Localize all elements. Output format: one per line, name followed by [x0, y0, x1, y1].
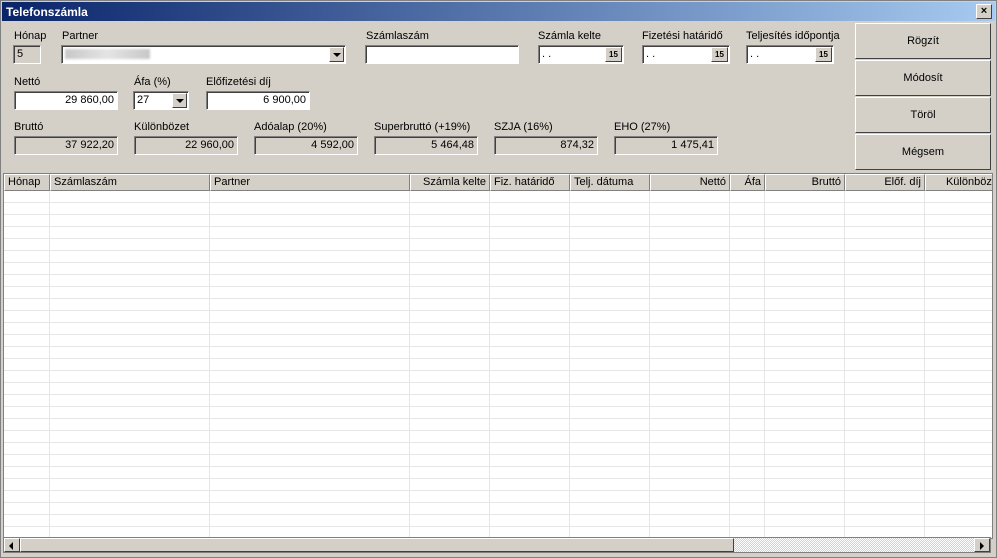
szja-field: 874,32: [494, 136, 598, 155]
col-netto[interactable]: Nettó: [650, 174, 730, 191]
scroll-thumb[interactable]: [20, 538, 734, 552]
col-elof-dij[interactable]: Előf. díj: [845, 174, 925, 191]
column-divider: [924, 191, 925, 538]
calendar-icon[interactable]: 15: [815, 47, 832, 62]
arrow-left-icon[interactable]: [4, 538, 20, 552]
records-table[interactable]: Hónap Számlaszám Partner Számla kelte Fi…: [3, 173, 993, 539]
col-afa[interactable]: Áfa: [730, 174, 765, 191]
partner-label: Partner: [62, 30, 99, 42]
teljesites-idopontja-date[interactable]: . . 15: [746, 45, 834, 64]
partner-select[interactable]: [61, 45, 346, 64]
fizetesi-hatarido-date[interactable]: . . 15: [642, 45, 730, 64]
chevron-down-icon[interactable]: [172, 93, 187, 108]
col-partner[interactable]: Partner: [210, 174, 410, 191]
szamlaszam-label: Számlaszám: [366, 30, 429, 42]
modosit-button[interactable]: Módosít: [855, 60, 991, 96]
window-title: Telefonszámla: [6, 5, 88, 19]
col-szamlaszam[interactable]: Számlaszám: [50, 174, 210, 191]
afa-value: 27: [137, 94, 150, 106]
col-brutto[interactable]: Bruttó: [765, 174, 845, 191]
eho-field: 1 475,41: [614, 136, 718, 155]
brutto-label: Bruttó: [14, 121, 44, 133]
column-divider: [489, 191, 490, 538]
calendar-icon[interactable]: 15: [605, 47, 622, 62]
column-divider: [844, 191, 845, 538]
col-kulonbozet[interactable]: Különbözet: [925, 174, 992, 191]
superbrutto-label: Superbruttó (+19%): [374, 121, 471, 133]
scroll-track[interactable]: [734, 538, 974, 552]
superbrutto-field: 5 464,48: [374, 136, 478, 155]
kulonbozet-label: Különbözet: [134, 121, 190, 133]
col-szamla-kelte[interactable]: Számla kelte: [410, 174, 490, 191]
eho-label: EHO (27%): [614, 121, 671, 133]
rogzit-button[interactable]: Rögzít: [855, 23, 991, 59]
torol-button[interactable]: Töröl: [855, 97, 991, 133]
brutto-field: 37 922,20: [14, 136, 118, 155]
netto-input[interactable]: 29 860,00: [14, 91, 118, 110]
teljesites-idopontja-value: . .: [750, 48, 760, 60]
col-honap[interactable]: Hónap: [4, 174, 50, 191]
column-divider: [729, 191, 730, 538]
szamla-kelte-value: . .: [542, 48, 552, 60]
megsem-button[interactable]: Mégsem: [855, 134, 991, 170]
fizetesi-hatarido-value: . .: [646, 48, 656, 60]
szamlaszam-input[interactable]: [365, 45, 519, 64]
column-divider: [569, 191, 570, 538]
table-header: Hónap Számlaszám Partner Számla kelte Fi…: [4, 174, 992, 191]
col-fiz-hatarido[interactable]: Fiz. határidő: [490, 174, 570, 191]
title-bar: Telefonszámla ×: [2, 2, 995, 21]
column-divider: [209, 191, 210, 538]
szamla-kelte-label: Számla kelte: [538, 30, 601, 42]
horizontal-scrollbar[interactable]: [3, 537, 991, 553]
afa-select[interactable]: 27: [133, 91, 189, 110]
arrow-right-icon[interactable]: [974, 538, 990, 552]
honap-label: Hónap: [14, 30, 47, 42]
szamla-kelte-date[interactable]: . . 15: [538, 45, 624, 64]
column-divider: [764, 191, 765, 538]
column-divider: [649, 191, 650, 538]
column-divider: [49, 191, 50, 538]
szja-label: SZJA (16%): [494, 121, 553, 133]
afa-label: Áfa (%): [134, 76, 171, 88]
kulonbozet-field: 22 960,00: [134, 136, 238, 155]
chevron-down-icon[interactable]: [329, 47, 344, 62]
col-telj-datuma[interactable]: Telj. dátuma: [570, 174, 650, 191]
elofizetesi-dij-input[interactable]: 6 900,00: [206, 91, 310, 110]
teljesites-idopontja-label: Teljesítés időpontja: [746, 30, 840, 42]
adoalap-label: Adóalap (20%): [254, 121, 327, 133]
honap-field: 5: [13, 45, 41, 64]
adoalap-field: 4 592,00: [254, 136, 358, 155]
partner-value-blurred: [65, 49, 150, 59]
netto-label: Nettó: [14, 76, 41, 88]
calendar-icon[interactable]: 15: [711, 47, 728, 62]
fizetesi-hatarido-label: Fizetési határidő: [642, 30, 723, 42]
close-icon[interactable]: ×: [976, 4, 992, 19]
column-divider: [409, 191, 410, 538]
elofizetesi-dij-label: Előfizetési díj: [206, 76, 271, 88]
